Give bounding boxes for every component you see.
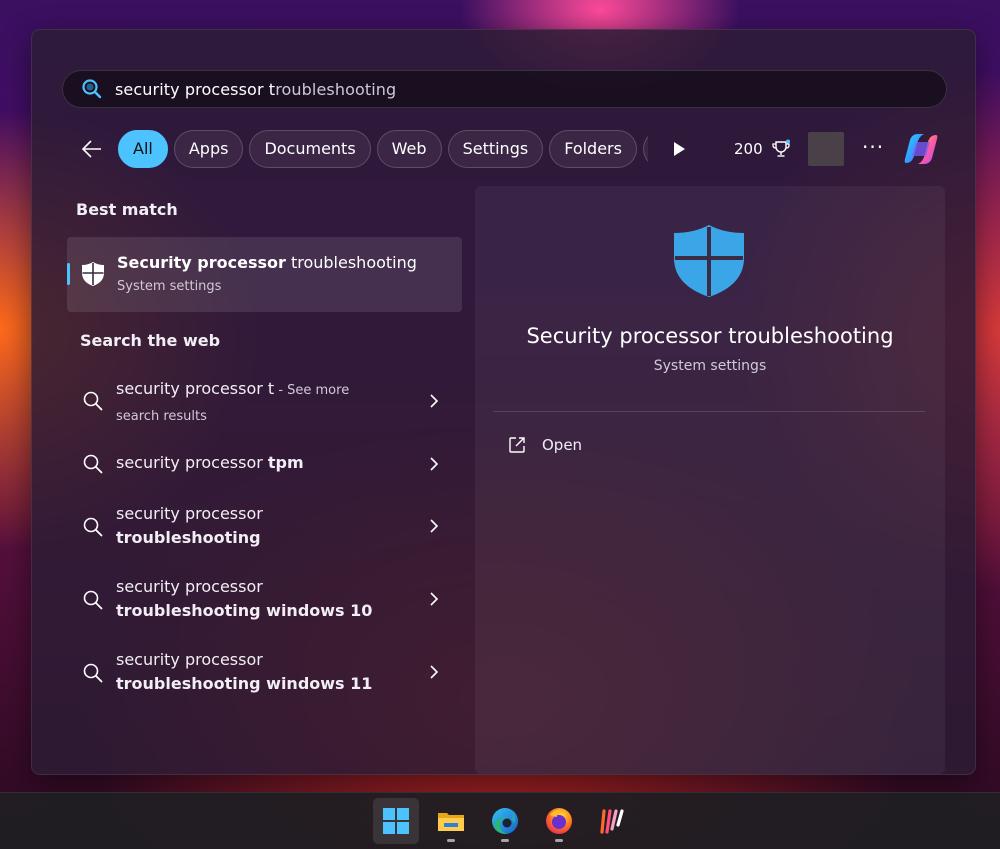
web-result-line: security processor — [116, 577, 263, 596]
search-icon — [83, 663, 103, 683]
pinned-app-button[interactable] — [590, 798, 636, 844]
open-action[interactable]: Open — [542, 436, 582, 454]
web-result-text: security processor tpm — [116, 451, 416, 475]
search-completion-text: roubleshooting — [275, 79, 397, 99]
web-result-bold: troubleshooting windows 10 — [116, 601, 373, 620]
search-input[interactable]: security processor troubleshooting — [115, 80, 396, 99]
preview-title: Security processor troubleshooting — [526, 324, 894, 348]
firefox-icon — [546, 808, 572, 834]
web-result-item[interactable]: security processor troubleshooting windo… — [76, 574, 456, 626]
windows-security-shield-icon — [82, 262, 104, 286]
back-arrow-icon[interactable] — [80, 137, 104, 161]
chevron-right-icon — [430, 592, 439, 606]
running-indicator — [501, 839, 509, 842]
search-icon — [82, 79, 102, 99]
web-result-item[interactable]: security processor troubleshooting — [76, 501, 456, 553]
app-icon — [600, 809, 624, 834]
see-more-text: - See more — [274, 383, 350, 398]
preview-divider — [493, 411, 925, 412]
web-result-line: security processor — [116, 650, 263, 669]
search-icon — [83, 590, 103, 610]
best-match-title-rest: troubleshooting — [285, 253, 417, 272]
chevron-right-icon — [430, 665, 439, 679]
filter-chip-photos[interactable]: Ph — [642, 130, 648, 168]
filter-chips: All Apps Documents Web Settings Folders … — [118, 130, 648, 168]
chevron-right-icon — [430, 457, 439, 471]
start-button[interactable] — [373, 798, 419, 844]
filter-chip-settings[interactable]: Settings — [447, 130, 544, 168]
web-result-line: security processor — [116, 504, 263, 523]
filter-chip-apps[interactable]: Apps — [173, 130, 244, 168]
filter-row: All Apps Documents Web Settings Folders … — [72, 130, 952, 168]
filter-chip-web[interactable]: Web — [376, 130, 442, 168]
best-match-heading: Best match — [76, 200, 178, 219]
filter-chip-folders[interactable]: Folders — [549, 130, 637, 168]
filter-chip-documents[interactable]: Documents — [249, 130, 371, 168]
more-options-icon[interactable]: ··· — [862, 135, 884, 159]
web-result-bold: troubleshooting windows 11 — [116, 674, 373, 693]
trophy-icon — [771, 139, 790, 157]
best-match-title-bold: Security processor — [117, 253, 286, 272]
web-result-text: security processor troubleshooting — [116, 502, 416, 550]
edge-button[interactable] — [482, 798, 528, 844]
web-result-item[interactable]: security processor troubleshooting windo… — [76, 647, 456, 699]
best-match-result[interactable]: Security processor troubleshooting Syste… — [67, 237, 462, 312]
web-result-bold: troubleshooting — [116, 528, 261, 547]
web-result-line: security processor — [116, 453, 268, 472]
running-indicator — [447, 839, 455, 842]
web-result-text: security processor t - See more search r… — [116, 377, 416, 429]
search-box[interactable]: security processor troubleshooting — [62, 70, 947, 108]
search-icon — [83, 454, 103, 474]
chevron-right-icon — [430, 519, 439, 533]
search-typed-text: security processor t — [115, 79, 276, 99]
best-match-title: Security processor troubleshooting — [117, 253, 417, 272]
firefox-button[interactable] — [536, 798, 582, 844]
best-match-subtitle: System settings — [117, 279, 222, 294]
preview-pane: Security processor troubleshooting Syste… — [475, 186, 945, 774]
chevron-right-icon — [430, 394, 439, 408]
web-result-line: security processor t — [116, 379, 275, 398]
edge-icon — [492, 808, 518, 834]
preview-subtitle: System settings — [653, 358, 767, 374]
start-icon — [383, 808, 409, 834]
web-result-item[interactable]: security processor t - See more search r… — [76, 375, 456, 427]
copilot-icon[interactable] — [902, 130, 940, 168]
web-result-line2: search results — [116, 409, 207, 424]
web-result-bold: tpm — [267, 453, 304, 472]
search-panel: security processor troubleshooting All A… — [31, 29, 976, 775]
web-result-text: security processor troubleshooting windo… — [116, 575, 416, 623]
file-explorer-icon — [438, 813, 464, 831]
open-external-icon[interactable] — [508, 436, 526, 454]
file-explorer-button[interactable] — [428, 798, 474, 844]
selection-indicator — [67, 263, 70, 285]
scroll-right-play-icon[interactable] — [670, 139, 688, 159]
rewards-points: 200 — [734, 140, 763, 158]
rewards-score[interactable]: 200 — [734, 139, 791, 159]
search-web-heading: Search the web — [80, 331, 221, 350]
web-result-item[interactable]: security processor tpm — [76, 450, 456, 480]
running-indicator — [555, 839, 563, 842]
filter-chip-all[interactable]: All — [118, 130, 168, 168]
taskbar — [0, 792, 1000, 849]
windows-security-shield-icon — [674, 225, 744, 297]
web-result-text: security processor troubleshooting windo… — [116, 648, 416, 696]
search-icon — [83, 391, 103, 411]
search-icon — [83, 517, 103, 537]
account-avatar[interactable] — [808, 132, 844, 166]
